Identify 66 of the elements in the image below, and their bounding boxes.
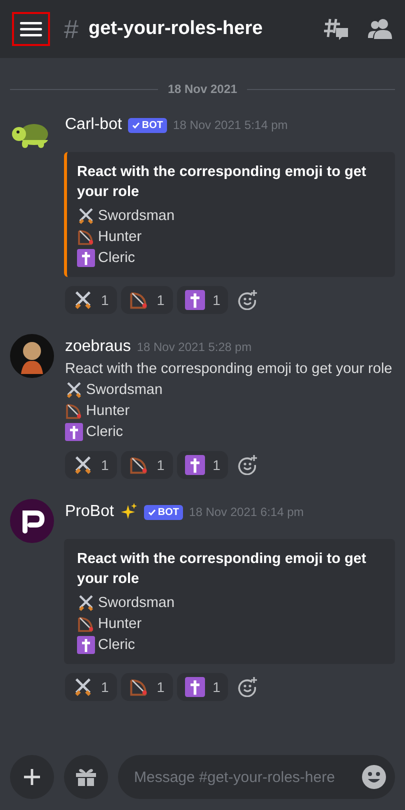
cross-icon — [184, 677, 205, 697]
crossed-swords-icon — [65, 380, 83, 398]
bow-arrow-icon — [77, 228, 95, 246]
crossed-swords-icon — [73, 677, 93, 697]
reaction-button[interactable]: 1 — [65, 673, 117, 701]
reaction-button[interactable]: 1 — [65, 286, 117, 314]
role-label: Cleric — [98, 636, 136, 652]
message-text: React with the corresponding emoji to get your role — [65, 360, 394, 379]
bow-arrow-icon — [128, 290, 149, 310]
reaction-button[interactable]: 1 — [176, 673, 228, 701]
threads-icon[interactable] — [323, 16, 349, 42]
emoji-icon[interactable] — [361, 764, 387, 790]
author-name[interactable]: zoebraus — [65, 338, 131, 356]
reaction-button[interactable]: 1 — [120, 286, 173, 314]
menu-icon — [20, 21, 42, 37]
author-name[interactable]: ProBot — [65, 503, 114, 521]
cross-icon — [184, 455, 205, 475]
message-input[interactable]: Message #get-your-roles-here — [132, 768, 361, 786]
bow-arrow-icon — [65, 402, 83, 420]
members-icon[interactable] — [367, 17, 393, 41]
message-text: React with the corresponding emoji to get your role — [77, 163, 368, 202]
gift-icon — [75, 767, 97, 787]
cross-icon — [77, 248, 95, 266]
timestamp: 18 Nov 2021 5:14 pm — [173, 118, 288, 132]
plus-icon — [23, 768, 41, 786]
message-field[interactable]: Message #get-your-roles-here — [118, 755, 395, 799]
crossed-swords-icon — [73, 455, 93, 475]
gift-button[interactable] — [64, 755, 108, 799]
avatar[interactable] — [10, 334, 54, 378]
menu-button[interactable] — [12, 12, 50, 46]
date-divider: 18 Nov 2021 — [168, 82, 238, 96]
add-reaction-icon[interactable] — [238, 455, 258, 475]
bow-arrow-icon — [128, 455, 149, 475]
bot-badge: BOT — [144, 504, 184, 520]
bot-badge: BOT — [128, 118, 168, 132]
crossed-swords-icon — [77, 206, 95, 224]
channel-title: get-your-roles-here — [88, 18, 264, 40]
reaction-button[interactable]: 1 — [176, 286, 228, 314]
role-label: Cleric — [98, 250, 136, 266]
logo-avatar[interactable] — [10, 499, 54, 543]
bow-arrow-icon — [128, 677, 149, 697]
role-label: Hunter — [98, 616, 142, 632]
cross-icon — [77, 636, 95, 654]
hash-symbol: # — [64, 14, 78, 44]
bow-arrow-icon — [77, 614, 95, 632]
author-name[interactable]: Carl-bot — [65, 116, 122, 134]
role-label: Hunter — [98, 228, 142, 244]
cross-icon — [184, 290, 205, 310]
add-button[interactable] — [10, 755, 54, 799]
reaction-button[interactable]: 1 — [65, 451, 117, 479]
cross-icon — [65, 422, 83, 440]
role-label: Cleric — [86, 424, 124, 440]
role-label: Swordsman — [86, 382, 163, 398]
reaction-button[interactable]: 1 — [120, 451, 173, 479]
crossed-swords-icon — [77, 594, 95, 612]
timestamp: 18 Nov 2021 6:14 pm — [189, 505, 304, 519]
reaction-button[interactable]: 1 — [120, 673, 173, 701]
role-label: Swordsman — [98, 208, 175, 224]
timestamp: 18 Nov 2021 5:28 pm — [136, 340, 252, 354]
role-label: Swordsman — [98, 594, 175, 610]
crossed-swords-icon — [73, 290, 93, 310]
role-label: Hunter — [86, 402, 130, 418]
reaction-button[interactable]: 1 — [176, 451, 228, 479]
message-text: React with the corresponding emoji to get your role — [77, 550, 368, 589]
add-reaction-icon[interactable] — [238, 290, 258, 310]
add-reaction-icon[interactable] — [238, 677, 258, 697]
